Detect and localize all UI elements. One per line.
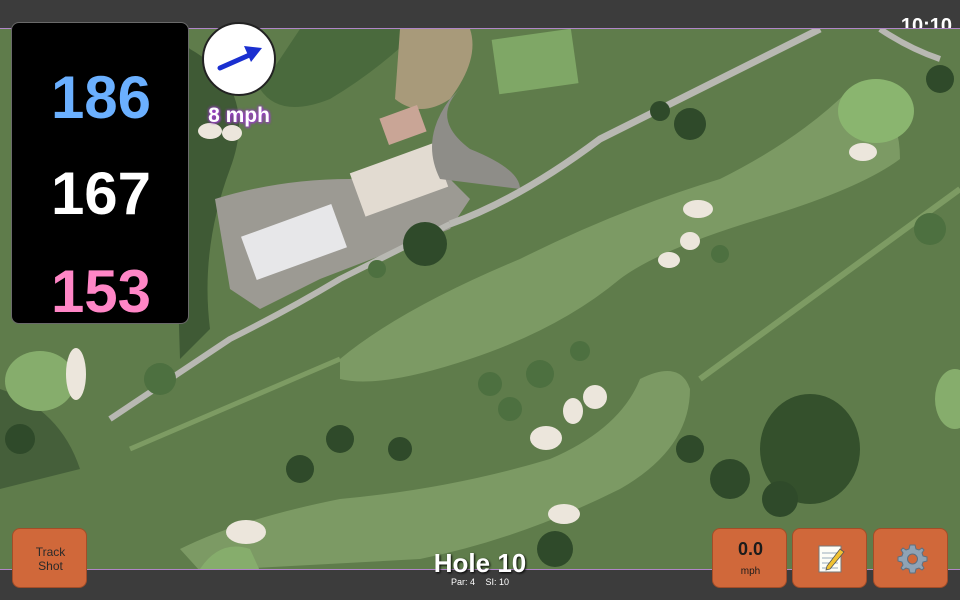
notes-button[interactable] — [792, 528, 867, 588]
hole-title: Hole 10 — [433, 548, 527, 578]
hole-details: Par: 4 SI: 10 — [380, 577, 580, 587]
speed-unit: mph — [740, 566, 761, 577]
gear-icon — [897, 544, 928, 574]
track-shot-label-line1: Track — [35, 545, 66, 559]
hole-par: Par: 4 — [450, 577, 475, 587]
speed-value: 0.0 — [737, 539, 764, 559]
hole-stroke-index: SI: 10 — [485, 577, 510, 587]
wind-indicator — [202, 22, 276, 96]
middle-distance: 167 — [50, 160, 152, 227]
wind-arrow-icon — [217, 46, 262, 71]
track-shot-button[interactable]: Track Shot — [12, 528, 87, 588]
track-shot-label: Track Shot — [13, 545, 88, 573]
notepad-icon — [818, 545, 845, 573]
distance-panel: 186 167 153 — [11, 22, 189, 325]
settings-button[interactable] — [873, 528, 948, 588]
front-distance: 153 — [50, 258, 152, 325]
track-shot-label-line2: Shot — [38, 559, 63, 573]
wind-speed: 8 mph — [208, 104, 270, 127]
back-distance: 186 — [50, 64, 152, 131]
speed-button[interactable]: 0.0 mph — [712, 528, 787, 588]
